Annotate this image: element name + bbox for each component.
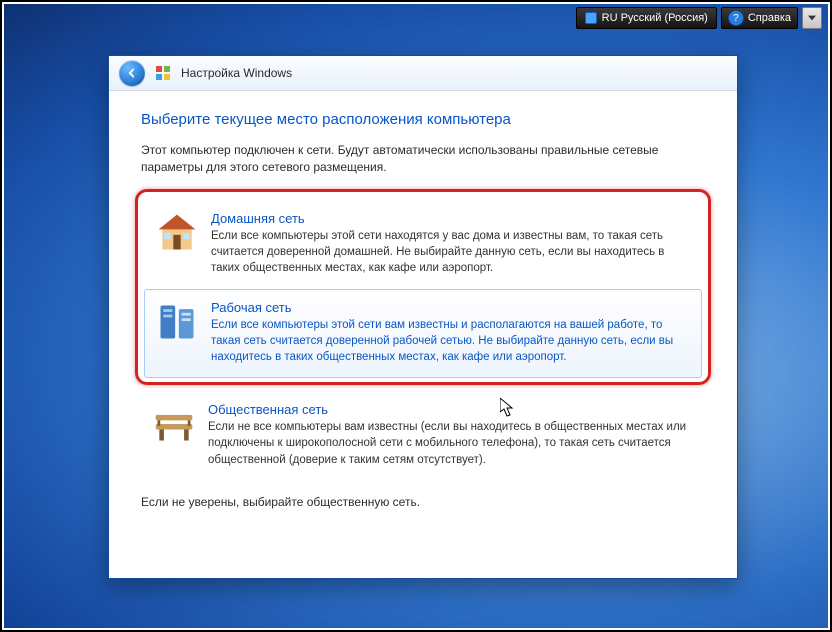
option-home-desc: Если все компьютеры этой сети находятся … [211,228,689,276]
house-icon [155,211,199,255]
keyboard-icon [585,12,597,24]
option-work-title: Рабочая сеть [211,300,689,315]
option-work-network[interactable]: Рабочая сеть Если все компьютеры этой се… [144,289,702,378]
intro-text: Этот компьютер подключен к сети. Будут а… [141,142,705,177]
help-link[interactable]: ? Справка [721,7,798,29]
help-label: Справка [748,12,791,24]
option-work-desc: Если все компьютеры этой сети вам извест… [211,317,689,365]
option-public-desc: Если не все компьютеры вам известны (есл… [208,419,692,467]
option-public-network[interactable]: Общественная сеть Если не все компьютеры… [141,391,705,480]
dialog-title: Настройка Windows [181,66,292,80]
language-indicator[interactable]: RU Русский (Россия) [576,7,717,29]
page-heading: Выберите текущее место расположения комп… [141,111,705,128]
annotation-highlight: Домашняя сеть Если все компьютеры этой с… [135,189,711,386]
setup-flag-icon [155,65,171,81]
ease-of-access-button[interactable] [802,7,822,29]
language-label: RU Русский (Россия) [602,12,708,24]
back-button[interactable] [119,60,145,86]
server-icon [155,300,199,344]
help-icon: ? [728,10,744,26]
option-public-title: Общественная сеть [208,402,692,417]
dialog-titlebar: Настройка Windows [109,56,737,91]
dialog-content: Выберите текущее место расположения комп… [109,91,737,531]
network-location-dialog: Настройка Windows Выберите текущее место… [108,55,738,579]
option-home-network[interactable]: Домашняя сеть Если все компьютеры этой с… [144,200,702,289]
setup-taskbar: RU Русский (Россия) ? Справка [576,7,822,29]
option-home-title: Домашняя сеть [211,211,689,226]
bench-icon [152,402,196,446]
footnote-text: Если не уверены, выбирайте общественную … [141,495,705,509]
